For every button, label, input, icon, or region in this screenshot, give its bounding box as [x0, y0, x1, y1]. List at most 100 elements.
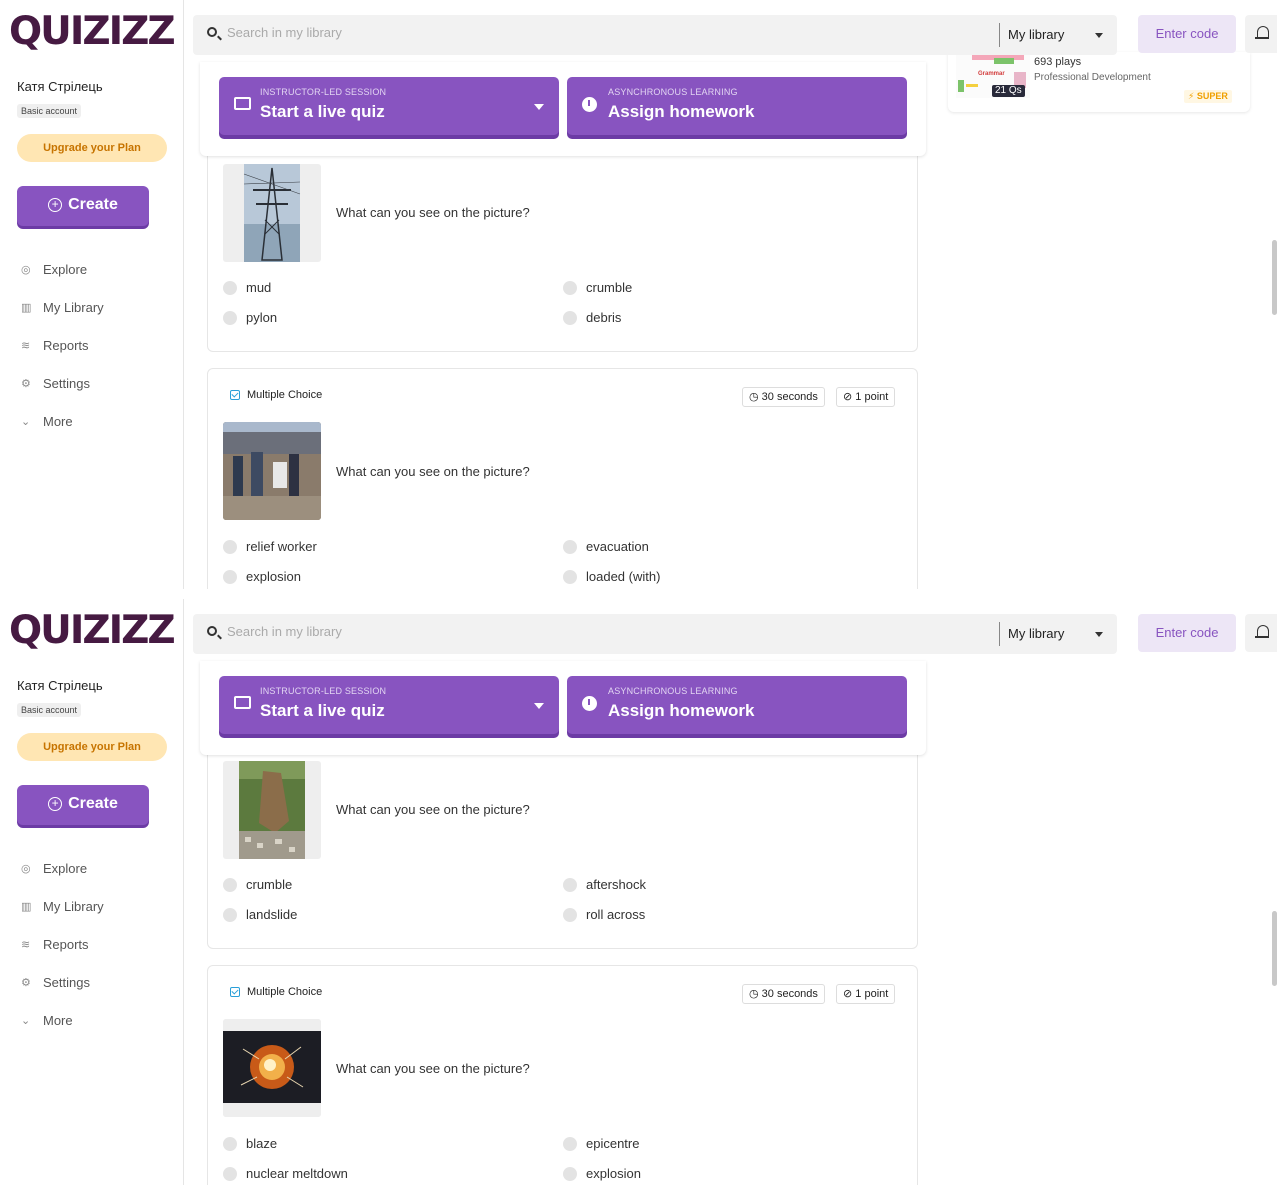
create-button[interactable]: + Create — [17, 785, 149, 825]
option-label: debris — [586, 310, 622, 325]
reports-icon: ≋ — [21, 938, 31, 951]
upgrade-plan-button[interactable]: Upgrade your Plan — [17, 733, 167, 761]
sidebar-item-reports[interactable]: ≋ Reports — [21, 925, 104, 963]
sidebar-item-label: My Library — [43, 898, 104, 914]
option-radio-icon — [563, 907, 577, 922]
option-label: aftershock — [586, 877, 646, 892]
plus-circle-icon: + — [48, 198, 63, 212]
screenshot-top: QUIZIZZ Катя Стрілець Basic account Upgr… — [0, 0, 1277, 589]
top-bar: My library Enter code — [193, 614, 1277, 654]
recommended-quiz-card[interactable]: Grammar 21 Qs 693 plays Professional Dev… — [948, 52, 1250, 112]
create-button[interactable]: + Create — [17, 186, 149, 226]
sidebar-item-my-library[interactable]: ▥ My Library — [21, 887, 104, 925]
sidebar-item-label: Settings — [43, 375, 90, 391]
super-label: SUPER — [1196, 91, 1228, 101]
answer-option: explosion — [223, 569, 301, 584]
relief-workers-photo — [223, 422, 321, 520]
search-input[interactable] — [227, 624, 927, 639]
option-radio-icon — [563, 539, 577, 554]
account-badge: Basic account — [17, 703, 82, 717]
option-label: crumble — [586, 280, 633, 295]
start-live-quiz-button[interactable]: INSTRUCTOR-LED SESSION Start a live quiz — [219, 77, 559, 135]
thumb-text: Grammar — [978, 71, 1005, 77]
explosion-photo — [223, 1019, 321, 1117]
option-radio-icon — [223, 1136, 237, 1151]
answer-option: evacuation — [563, 539, 649, 554]
sidebar-item-settings[interactable]: ⚙ Settings — [21, 963, 104, 1001]
checkbox-icon — [230, 987, 240, 997]
points-pill[interactable]: ⊘ 1 point — [836, 984, 896, 1004]
chevron-down-icon: ⌄ — [21, 1014, 31, 1027]
dropdown-caret-icon[interactable] — [534, 703, 544, 709]
option-label: epicentre — [586, 1136, 640, 1151]
assign-homework-button[interactable]: ASYNCHRONOUS LEARNING Assign homework — [567, 676, 907, 734]
option-label: blaze — [246, 1136, 278, 1151]
sidebar-item-explore[interactable]: ◎ Explore — [21, 849, 104, 887]
quizizz-logo[interactable]: QUIZIZZ — [9, 12, 176, 52]
question-image[interactable] — [223, 761, 321, 859]
start-live-quiz-button[interactable]: INSTRUCTOR-LED SESSION Start a live quiz — [219, 676, 559, 734]
question-text: What can you see on the picture? — [336, 1061, 530, 1076]
notifications-bell-icon[interactable] — [1245, 614, 1277, 652]
option-radio-icon — [563, 1166, 577, 1181]
question-image[interactable] — [223, 422, 321, 520]
sidebar-item-explore[interactable]: ◎ Explore — [21, 250, 104, 288]
chevron-down-icon: ⌄ — [21, 415, 31, 428]
quizizz-logo[interactable]: QUIZIZZ — [9, 611, 176, 651]
sidebar-item-more[interactable]: ⌄ More — [21, 1001, 104, 1039]
answer-option: mud — [223, 280, 271, 295]
library-scope-dropdown[interactable]: My library — [999, 622, 1115, 646]
option-radio-icon — [563, 877, 577, 892]
answer-option: crumble — [563, 280, 632, 295]
search-bar[interactable]: My library — [193, 614, 1117, 654]
sidebar-item-reports[interactable]: ≋ Reports — [21, 326, 104, 364]
question-text: What can you see on the picture? — [336, 205, 530, 220]
question-type-label: Multiple Choice — [247, 986, 323, 998]
compass-icon: ◎ — [21, 862, 31, 875]
upgrade-plan-button[interactable]: Upgrade your Plan — [17, 134, 167, 162]
gear-icon: ⚙ — [21, 976, 31, 989]
plays-count: 693 plays — [1034, 56, 1082, 68]
question-image[interactable] — [223, 164, 321, 262]
time-limit-label: 30 seconds — [761, 988, 818, 1000]
option-label: mud — [246, 280, 272, 295]
sidebar-item-more[interactable]: ⌄ More — [21, 402, 104, 440]
sidebar-item-label: Reports — [43, 936, 89, 952]
library-icon: ▥ — [21, 301, 32, 314]
answer-option: epicentre — [563, 1136, 639, 1151]
user-name: Катя Стрілець — [17, 678, 103, 693]
question-image[interactable] — [223, 1019, 321, 1117]
user-name: Катя Стрілець — [17, 79, 103, 94]
sidebar-item-settings[interactable]: ⚙ Settings — [21, 364, 104, 402]
enter-code-button[interactable]: Enter code — [1138, 614, 1236, 652]
sidebar-nav: ◎ Explore ▥ My Library ≋ Reports ⚙ Settings … — [21, 849, 104, 1039]
search-icon — [207, 626, 217, 636]
option-label: landslide — [246, 907, 298, 922]
presentation-icon — [234, 696, 251, 709]
answer-option: pylon — [223, 310, 277, 325]
option-radio-icon — [223, 539, 237, 554]
scrollbar[interactable] — [1272, 911, 1277, 986]
search-input[interactable] — [227, 25, 927, 40]
compass-icon: ◎ — [21, 263, 31, 276]
option-radio-icon — [563, 1136, 577, 1151]
scrollbar[interactable] — [1272, 240, 1277, 315]
library-scope-dropdown[interactable]: My library — [999, 23, 1115, 47]
points-pill[interactable]: ⊘ 1 point — [836, 387, 896, 407]
notifications-bell-icon[interactable] — [1245, 15, 1277, 53]
library-icon: ▥ — [21, 900, 32, 913]
create-label: Create — [68, 795, 118, 812]
option-radio-icon — [563, 569, 577, 584]
quiz-category: Professional Development — [1034, 72, 1151, 83]
presentation-icon — [234, 97, 251, 110]
dropdown-caret-icon[interactable] — [534, 104, 544, 110]
sidebar-item-my-library[interactable]: ▥ My Library — [21, 288, 104, 326]
answer-option: aftershock — [563, 877, 646, 892]
assign-homework-button[interactable]: ASYNCHRONOUS LEARNING Assign homework — [567, 77, 907, 135]
time-limit-pill[interactable]: ◷ 30 seconds — [742, 984, 825, 1004]
screenshot-bottom: QUIZIZZ Катя Стрілець Basic account Upgr… — [0, 599, 1277, 1185]
time-limit-pill[interactable]: ◷ 30 seconds — [742, 387, 825, 407]
enter-code-button[interactable]: Enter code — [1138, 15, 1236, 53]
question-text: What can you see on the picture? — [336, 802, 530, 817]
search-bar[interactable]: My library — [193, 15, 1117, 55]
